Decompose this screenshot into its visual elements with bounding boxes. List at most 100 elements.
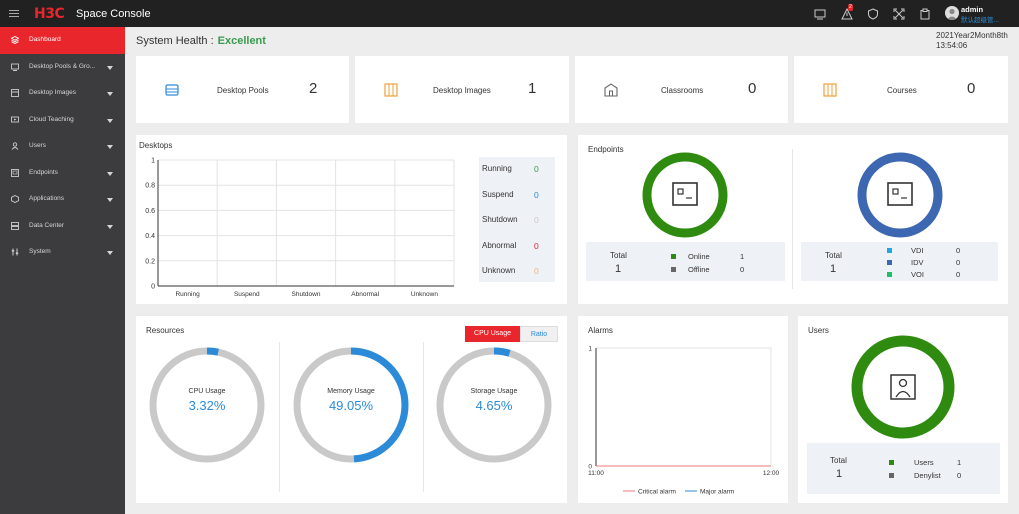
menu-icon[interactable]	[9, 8, 19, 18]
sidebar-item-label: Applications	[29, 195, 65, 202]
gauge-value: 4.65%	[476, 398, 513, 413]
endpoints-title: Endpoints	[588, 145, 624, 154]
sidebar-item-users[interactable]: Users	[0, 133, 125, 160]
chevron-down-icon	[107, 171, 113, 176]
sidebar-item-label: Users	[29, 142, 46, 149]
y-tick-label: 0.4	[145, 233, 155, 240]
top-bar: H3C Space Console 2 admin 默认超级管...	[0, 0, 1019, 27]
sidebar-item-desktop-images[interactable]: Desktop Images	[0, 80, 125, 107]
shield-icon[interactable]	[867, 8, 879, 20]
user-role: 默认超级管...	[961, 17, 999, 24]
status-label: Suspend	[482, 189, 514, 199]
legend-value: 0	[956, 270, 961, 279]
user-name[interactable]: admin	[961, 5, 983, 14]
total-label: Total	[610, 251, 627, 260]
divider	[792, 149, 793, 289]
legend-value: 0	[957, 471, 962, 480]
legend-vdi: VDI 0	[887, 246, 960, 255]
voi-swatch	[887, 272, 892, 277]
gauge-value: 49.05%	[329, 398, 374, 413]
chevron-down-icon	[107, 198, 113, 202]
status-value[interactable]: 0	[534, 266, 539, 276]
legend-label[interactable]: Critical alarm	[638, 489, 676, 496]
x-tick-label: 12:00	[763, 470, 780, 477]
status-label: Unknown	[482, 266, 516, 275]
status-value[interactable]: 0	[534, 190, 539, 200]
legend-value: 1	[740, 252, 745, 261]
gauge-value: 3.32%	[189, 398, 226, 413]
online-swatch	[671, 254, 676, 259]
legend-value: 0	[956, 258, 961, 267]
kpi-card-desktop-images[interactable]: Desktop Images 1	[355, 56, 569, 123]
status-value[interactable]: 0	[534, 241, 539, 251]
legend-users: Users 1	[889, 458, 961, 467]
kpi-label: Desktop Images	[433, 86, 491, 95]
legend-online: Online 1	[671, 252, 744, 261]
users-ring	[851, 335, 955, 439]
total-label: Total	[825, 251, 842, 260]
legend-label[interactable]: Major alarm	[700, 489, 734, 496]
date-text: 2021Year2Month8th	[936, 31, 1008, 40]
screen-icon[interactable]	[814, 8, 826, 20]
desktop-pools-icon	[11, 63, 19, 71]
alert-icon[interactable]: 2	[841, 4, 853, 20]
desktop-images-icon	[11, 89, 19, 97]
sidebar-item-system[interactable]: System	[0, 239, 125, 266]
sidebar-item-label: Data Center	[29, 221, 65, 229]
endpoints-card: Endpoints Total 1 Online 1 Offline 0 Total…	[578, 135, 1008, 304]
logo: H3C	[34, 6, 65, 22]
desktops-bar-chart: 0 0.2 0.4 0.6 0.8 1 Running Suspend Shutdown Abno…	[145, 158, 455, 298]
gauge-label: Storage Usage	[471, 388, 518, 395]
total-label: Total	[830, 456, 847, 465]
x-tick-label: Abnormal	[351, 291, 379, 298]
gauge-label: Memory Usage	[327, 388, 375, 395]
sidebar-item-label: Endpoints	[29, 168, 58, 176]
legend-denylist: Denylist 0	[889, 471, 961, 480]
chevron-down-icon	[107, 145, 113, 149]
resource-gauges: CPU Usage 3.32% Memory Usage 49.05% Storage …	[149, 347, 552, 463]
status-value[interactable]: 0	[534, 164, 539, 174]
desktops-card: Desktops 0 0.2 0.4 0.6 0.8 1 Running Suspend Shu…	[136, 135, 567, 304]
tab-ratio[interactable]: Ratio	[520, 326, 558, 342]
kpi-value: 2	[309, 80, 318, 97]
legend-value: 0	[740, 265, 745, 274]
denylist-swatch	[889, 473, 894, 478]
desktop-pools-icon	[164, 82, 180, 98]
x-tick-label: Unknown	[411, 291, 438, 298]
resources-card: Resources CPU Usage 3.32% Memory Usage 49.0…	[136, 316, 567, 503]
legend-value: 1	[957, 458, 962, 467]
sidebar-item-dashboard[interactable]: Dashboard	[0, 27, 125, 54]
kpi-label: Desktop Pools	[217, 86, 269, 95]
users-summary: Total 1 Users 1 Denylist 0	[807, 443, 1000, 494]
avatar[interactable]	[945, 6, 959, 20]
kpi-card-classrooms[interactable]: Classrooms 0	[575, 56, 788, 123]
chevron-down-icon	[107, 92, 113, 96]
clipboard-icon[interactable]	[919, 8, 931, 20]
applications-icon	[11, 195, 19, 203]
system-health-value: Excellent	[217, 35, 266, 47]
users-card: Users Total 1 Users 1 Denylist 0	[798, 316, 1008, 503]
expand-icon[interactable]	[893, 8, 905, 20]
sidebar-item-label: Desktop Images	[29, 89, 76, 96]
sidebar-item-desktop-pools[interactable]: Desktop Pools & Gro...	[0, 54, 125, 81]
sidebar-item-applications[interactable]: Applications	[0, 186, 125, 213]
endpoints-right-summary: Total 1 VDI 0 IDV 0 VOI 0	[801, 242, 998, 281]
status-label: Abnormal	[482, 240, 517, 250]
total-value: 1	[615, 263, 622, 275]
gauge-label: CPU Usage	[189, 388, 226, 395]
legend-idv: IDV 0	[887, 258, 960, 267]
sidebar-item-label: Cloud Teaching	[29, 115, 74, 123]
status-value[interactable]: 0	[534, 215, 539, 225]
users-title: Users	[808, 326, 829, 335]
legend-value: 0	[956, 246, 961, 255]
sidebar-item-data-center[interactable]: Data Center	[0, 213, 125, 240]
kpi-card-desktop-pools[interactable]: Desktop Pools 2	[136, 56, 349, 123]
offline-swatch	[671, 267, 676, 272]
y-tick-label: 0.8	[145, 183, 155, 190]
sidebar-item-label: Dashboard	[29, 36, 61, 43]
sidebar-item-endpoints[interactable]: Endpoints	[0, 160, 125, 187]
sidebar-item-cloud-teaching[interactable]: Cloud Teaching	[0, 107, 125, 134]
tab-cpu-usage[interactable]: CPU Usage	[465, 326, 520, 342]
kpi-card-courses[interactable]: Courses 0	[794, 56, 1008, 123]
alarms-card: Alarms 0 1 11:00 12:00 Critical alarm Major a…	[578, 316, 788, 503]
